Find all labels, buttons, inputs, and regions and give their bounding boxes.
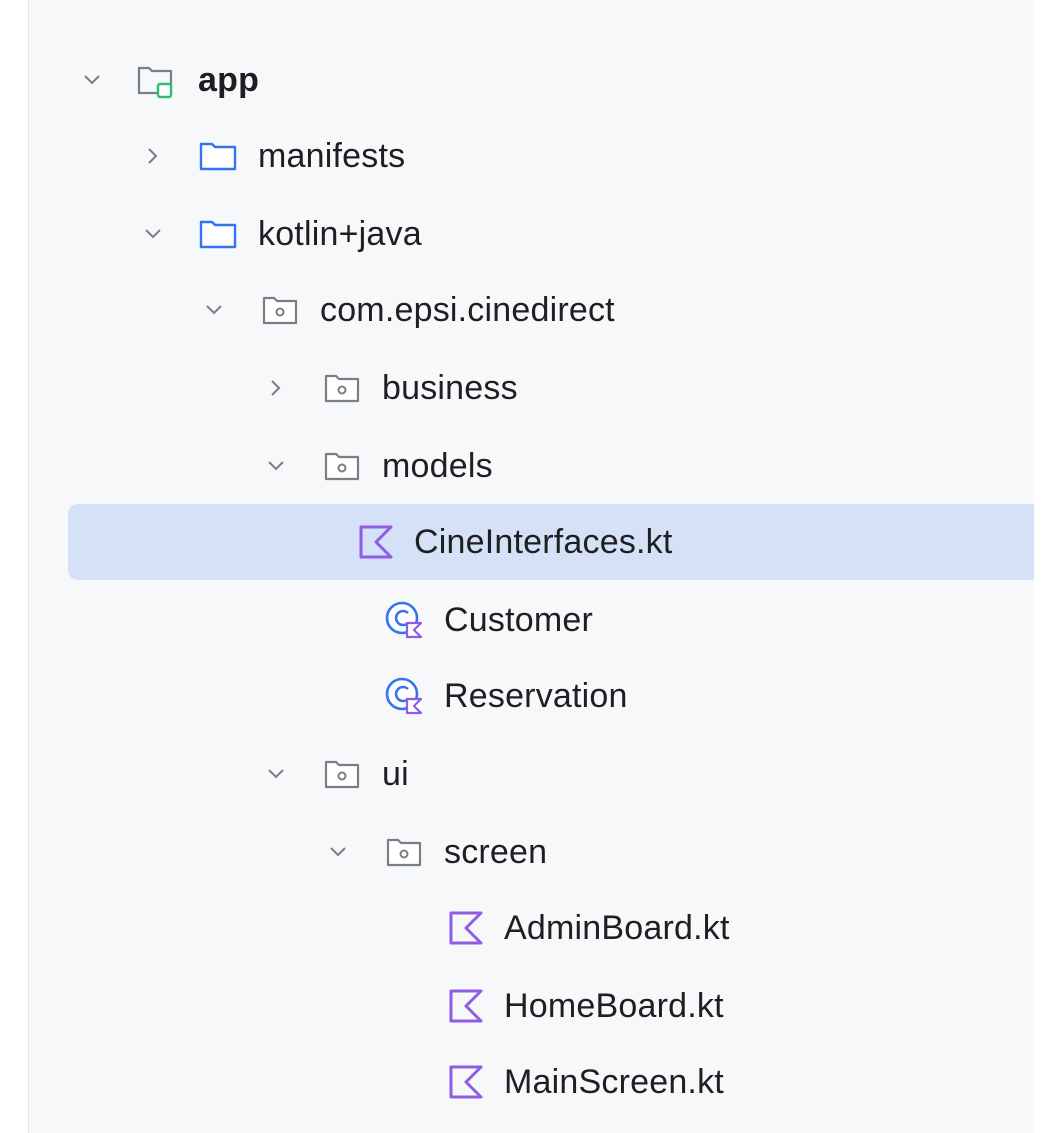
tree-node-label: MainScreen.kt	[504, 1063, 724, 1101]
tree-node-label: Reservation	[444, 677, 628, 715]
tree-node-reservation[interactable]: Reservation	[28, 658, 1034, 734]
tree-node-label: com.epsi.cinedirect	[320, 291, 615, 329]
folder-icon	[198, 136, 238, 176]
module-folder-icon	[136, 60, 176, 100]
tree-node-label: manifests	[258, 137, 406, 175]
package-icon	[322, 368, 362, 408]
tree-node-kotlin-java[interactable]: kotlin+java	[28, 196, 1034, 272]
package-icon	[384, 832, 424, 872]
chevron-down-icon[interactable]	[80, 68, 104, 92]
tree-node-label: CineInterfaces.kt	[414, 523, 673, 561]
chevron-down-icon[interactable]	[326, 840, 350, 864]
tree-node-label: app	[198, 61, 260, 99]
tree-node-business[interactable]: business	[28, 350, 1034, 426]
tree-node-manifests[interactable]: manifests	[28, 118, 1034, 194]
chevron-right-icon[interactable]	[264, 376, 288, 400]
folder-icon	[198, 214, 238, 254]
kotlin-file-icon	[446, 1062, 486, 1102]
tree-node-package-root[interactable]: com.epsi.cinedirect	[28, 272, 1034, 348]
kotlin-class-icon	[384, 676, 424, 716]
package-icon	[322, 446, 362, 486]
chevron-down-icon[interactable]	[264, 762, 288, 786]
tree-node-label: ui	[382, 755, 409, 793]
tree-node-adminboard[interactable]: AdminBoard.kt	[28, 890, 1034, 966]
package-icon	[322, 754, 362, 794]
kotlin-file-icon	[356, 522, 396, 562]
panel-edge	[1034, 0, 1045, 1133]
tree-node-label: HomeBoard.kt	[504, 987, 724, 1025]
chevron-right-icon[interactable]	[141, 144, 165, 168]
chevron-down-icon[interactable]	[141, 222, 165, 246]
tree-node-cineinterfaces-selected[interactable]: CineInterfaces.kt	[68, 504, 1034, 580]
tree-node-customer[interactable]: Customer	[28, 582, 1034, 658]
tree-node-label: kotlin+java	[258, 215, 422, 253]
tree-node-screen[interactable]: screen	[28, 814, 1034, 890]
tree-node-label: screen	[444, 833, 548, 871]
tree-node-app[interactable]: app	[28, 42, 1034, 118]
kotlin-class-icon	[384, 600, 424, 640]
tree-node-ui[interactable]: ui	[28, 736, 1034, 812]
kotlin-file-icon	[446, 908, 486, 948]
tree-node-models[interactable]: models	[28, 428, 1034, 504]
tree-node-label: AdminBoard.kt	[504, 909, 730, 947]
chevron-down-icon[interactable]	[264, 454, 288, 478]
chevron-down-icon[interactable]	[202, 298, 226, 322]
package-icon	[260, 290, 300, 330]
tree-node-label: business	[382, 369, 518, 407]
tree-node-label: models	[382, 447, 493, 485]
tree-node-label: Customer	[444, 601, 593, 639]
tree-node-mainscreen[interactable]: MainScreen.kt	[28, 1044, 1034, 1120]
tree-node-homeboard[interactable]: HomeBoard.kt	[28, 968, 1034, 1044]
kotlin-file-icon	[446, 986, 486, 1026]
